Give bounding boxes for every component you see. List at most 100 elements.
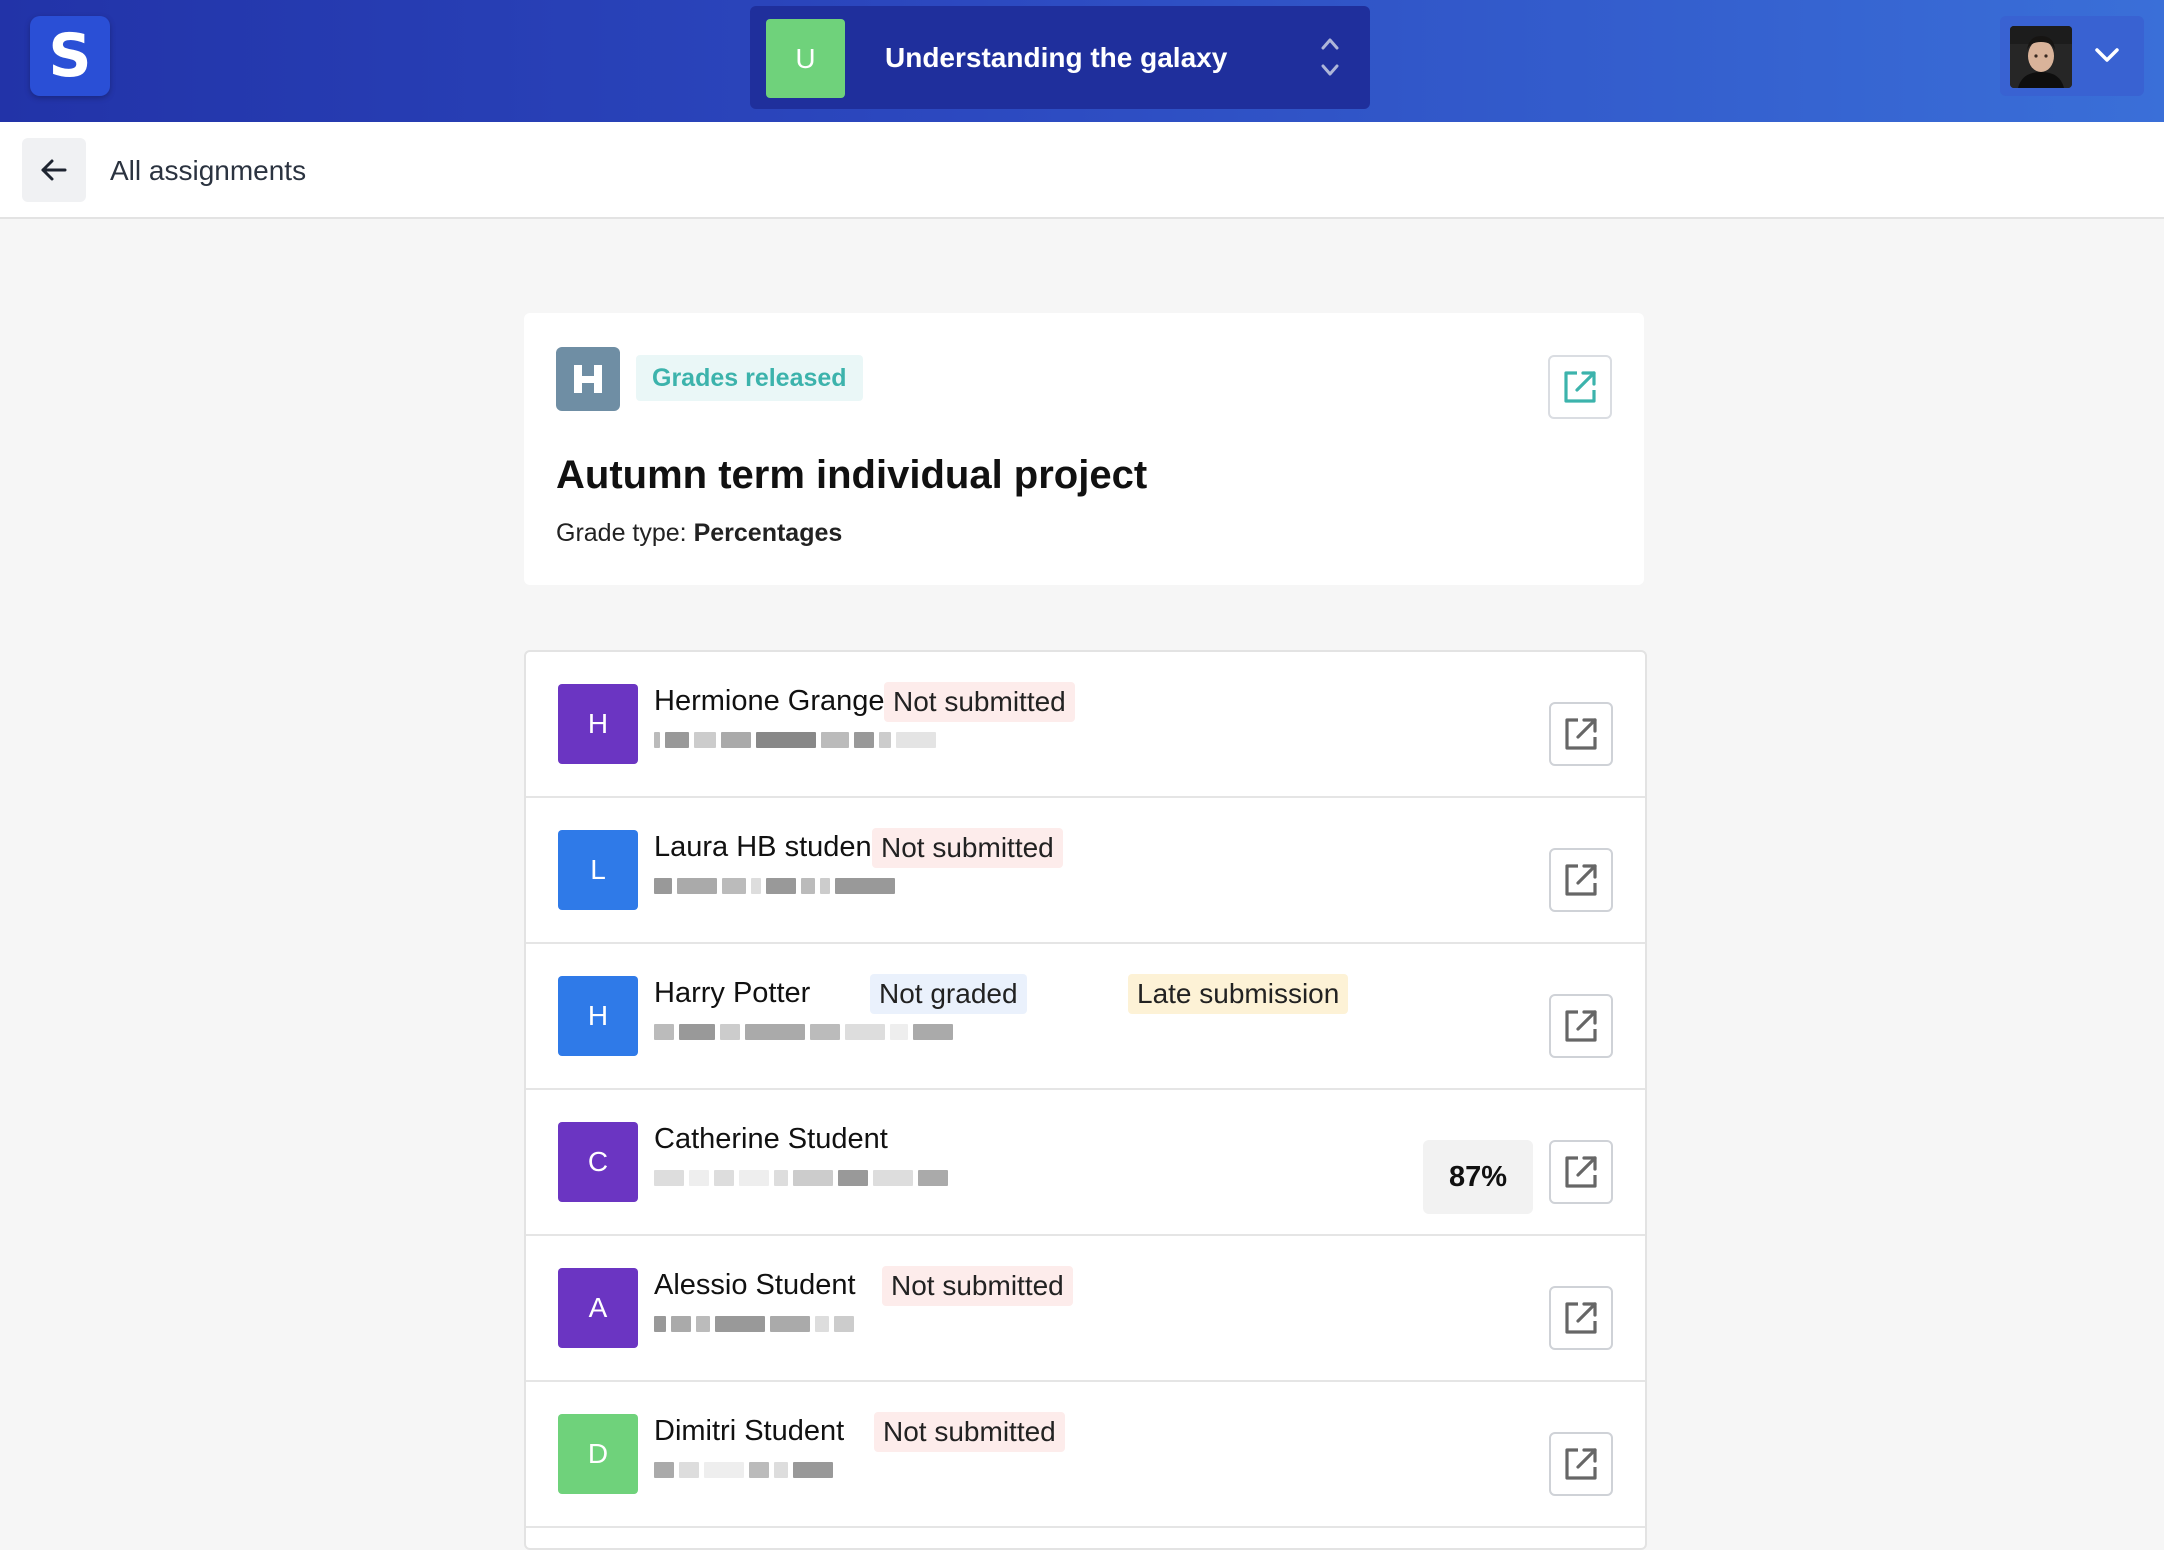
redacted-block [756,732,816,748]
student-avatar: H [558,684,638,764]
table-row[interactable]: H Hermione Granger Not submitted [526,652,1645,798]
student-name: Dimitri Student [654,1415,845,1447]
redacted-block [654,878,672,894]
redacted-block [721,732,751,748]
top-navigation-bar: S U Understanding the galaxy [0,0,2164,122]
chevron-up-down-icon [1321,38,1339,76]
student-avatar: D [558,1414,638,1494]
user-menu-button[interactable] [2000,16,2144,96]
grade-type-value: Percentages [693,519,843,547]
external-link-icon [1565,1010,1597,1042]
breadcrumb[interactable]: All assignments [110,122,306,219]
redacted-block [845,1024,885,1040]
student-name: Alessio Student [654,1269,856,1301]
redacted-block [654,1316,666,1332]
redacted-block [751,878,761,894]
redacted-block [801,878,815,894]
assignment-card: Grades released Autumn term individual p… [524,313,1644,585]
table-row[interactable]: A Alessio Student Not submitted [526,1236,1645,1382]
redacted-block [873,1170,913,1186]
redacted-block [820,878,830,894]
redacted-block [918,1170,948,1186]
class-switcher[interactable]: U Understanding the galaxy [750,6,1370,109]
redacted-block [704,1462,744,1478]
open-student-button[interactable] [1549,1286,1613,1350]
redacted-block [722,878,746,894]
redacted-block [774,1170,788,1186]
status-badge: Not submitted [884,682,1075,722]
student-email-redacted [654,878,895,894]
student-name: Hermione Granger [654,685,895,717]
status-badge: Not submitted [872,828,1063,868]
arrow-left-icon [41,159,67,181]
student-name: Catherine Student [654,1123,888,1155]
external-link-icon [1565,1302,1597,1334]
h-logo-icon [574,365,602,393]
student-avatar: C [558,1122,638,1202]
assignment-type-icon [556,347,620,411]
redacted-block [835,878,895,894]
redacted-block [854,732,874,748]
class-name: Understanding the galaxy [885,41,1228,73]
redacted-block [793,1462,833,1478]
student-email-redacted [654,1170,948,1186]
redacted-block [679,1024,715,1040]
redacted-block [654,1024,674,1040]
chevron-down-icon [2095,48,2119,62]
student-name: Laura HB student [654,831,880,863]
open-student-button[interactable] [1549,994,1613,1058]
student-avatar: H [558,976,638,1056]
open-student-button[interactable] [1549,1140,1613,1204]
redacted-block [654,732,660,748]
redacted-block [879,732,891,748]
redacted-block [720,1024,740,1040]
table-row[interactable]: C Catherine Student 87% [526,1090,1645,1236]
class-avatar-letter: U [795,42,816,74]
status-badge: Not submitted [874,1412,1065,1452]
redacted-block [821,732,849,748]
breadcrumb-bar: All assignments [0,122,2164,219]
redacted-block [714,1170,734,1186]
student-email-redacted [654,1316,854,1332]
table-row[interactable]: H Harry Potter Not graded Late submission [526,944,1645,1090]
grade-type-label: Grade type: [556,519,687,547]
user-photo [2010,26,2072,88]
external-link-icon [1565,864,1597,896]
status-badge: Late submission [1128,974,1349,1014]
redacted-block [689,1170,709,1186]
redacted-block [715,1316,765,1332]
page-title: Autumn term individual project [556,453,1148,497]
redacted-block [739,1170,769,1186]
redacted-block [838,1170,868,1186]
status-badge: Grades released [636,355,863,401]
redacted-block [774,1462,788,1478]
back-button[interactable] [22,138,86,202]
redacted-block [810,1024,840,1040]
student-avatar: A [558,1268,638,1348]
redacted-block [834,1316,854,1332]
open-student-button[interactable] [1549,1432,1613,1496]
status-badge: Not graded [870,974,1027,1014]
redacted-block [749,1462,769,1478]
table-row[interactable]: D Dimitri Student Not submitted [526,1382,1645,1528]
open-student-button[interactable] [1549,702,1613,766]
open-student-button[interactable] [1549,848,1613,912]
table-row[interactable]: L Laura HB student Not submitted [526,798,1645,944]
app-logo-letter: S [48,21,92,91]
class-avatar: U [766,19,845,98]
redacted-block [694,732,716,748]
redacted-block [665,732,689,748]
status-badge: Not submitted [882,1266,1073,1306]
grade-type: Grade type: Percentages [556,519,842,548]
external-link-icon [1565,1448,1597,1480]
redacted-block [770,1316,810,1332]
student-email-redacted [654,1462,833,1478]
student-email-redacted [654,732,936,748]
open-assignment-button[interactable] [1548,355,1612,419]
external-link-icon [1564,371,1596,403]
redacted-block [913,1024,953,1040]
app-logo[interactable]: S [30,16,110,96]
redacted-block [671,1316,691,1332]
redacted-block [654,1462,674,1478]
student-list: H Hermione Granger Not submitted L Laura HB… [524,650,1647,1550]
